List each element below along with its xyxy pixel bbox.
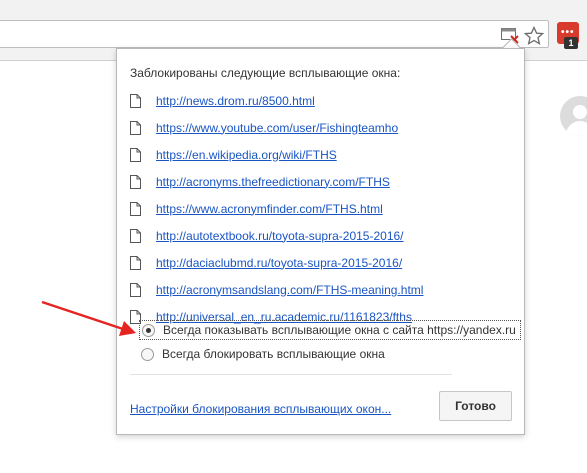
radio-label: Всегда показывать всплывающие окна с сай…	[163, 323, 516, 337]
list-item: http://autotextbook.ru/toyota-supra-2015…	[130, 222, 423, 249]
popup-link[interactable]: https://www.acronymfinder.com/FTHS.html	[156, 202, 383, 216]
popup-link[interactable]: https://en.wikipedia.org/wiki/FTHS	[156, 148, 337, 162]
popup-link[interactable]: http://autotextbook.ru/toyota-supra-2015…	[156, 229, 404, 243]
popup-link[interactable]: http://news.drom.ru/8500.html	[156, 94, 315, 108]
list-item: http://news.drom.ru/8500.html	[130, 87, 423, 114]
popup-settings-link[interactable]: Настройки блокирования всплывающих окон.…	[130, 402, 391, 416]
always-block-radio-option[interactable]: Всегда блокировать всплывающие окна	[141, 347, 385, 361]
popup-link[interactable]: https://www.youtube.com/user/Fishingteam…	[156, 121, 398, 135]
always-allow-radio-option[interactable]: Всегда показывать всплывающие окна с сай…	[139, 320, 521, 340]
list-item: https://www.youtube.com/user/Fishingteam…	[130, 114, 423, 141]
document-icon	[130, 201, 141, 216]
done-button[interactable]: Готово	[439, 391, 512, 421]
popup-link[interactable]: http://daciaclubmd.ru/toyota-supra-2015-…	[156, 256, 402, 270]
blocked-popups-list: http://news.drom.ru/8500.html https://ww…	[130, 87, 423, 330]
document-icon	[130, 282, 141, 297]
popup-link[interactable]: http://acronymsandslang.com/FTHS-meaning…	[156, 283, 423, 297]
address-bar[interactable]	[0, 20, 549, 48]
avatar	[560, 96, 587, 136]
radio-button[interactable]	[141, 347, 154, 361]
document-icon	[130, 174, 141, 189]
popup-blocked-bubble: Заблокированы следующие всплывающие окна…	[116, 48, 525, 435]
document-icon	[130, 228, 141, 243]
list-item: http://acronymsandslang.com/FTHS-meaning…	[130, 276, 423, 303]
popup-link[interactable]: http://acronyms.thefreedictionary.com/FT…	[156, 175, 390, 189]
document-icon	[130, 93, 141, 108]
radio-label: Всегда блокировать всплывающие окна	[162, 347, 385, 361]
document-icon	[130, 147, 141, 162]
radio-button-checked[interactable]	[142, 323, 155, 337]
dots-icon: •••	[561, 27, 575, 38]
extension-badge: 1	[564, 37, 578, 49]
list-item: https://en.wikipedia.org/wiki/FTHS	[130, 141, 423, 168]
document-icon	[130, 120, 141, 135]
list-item: http://acronyms.thefreedictionary.com/FT…	[130, 168, 423, 195]
divider	[130, 374, 452, 375]
list-item: http://daciaclubmd.ru/toyota-supra-2015-…	[130, 249, 423, 276]
bubble-title: Заблокированы следующие всплывающие окна…	[130, 66, 401, 80]
document-icon	[130, 255, 141, 270]
star-icon[interactable]	[524, 26, 544, 46]
list-item: https://www.acronymfinder.com/FTHS.html	[130, 195, 423, 222]
